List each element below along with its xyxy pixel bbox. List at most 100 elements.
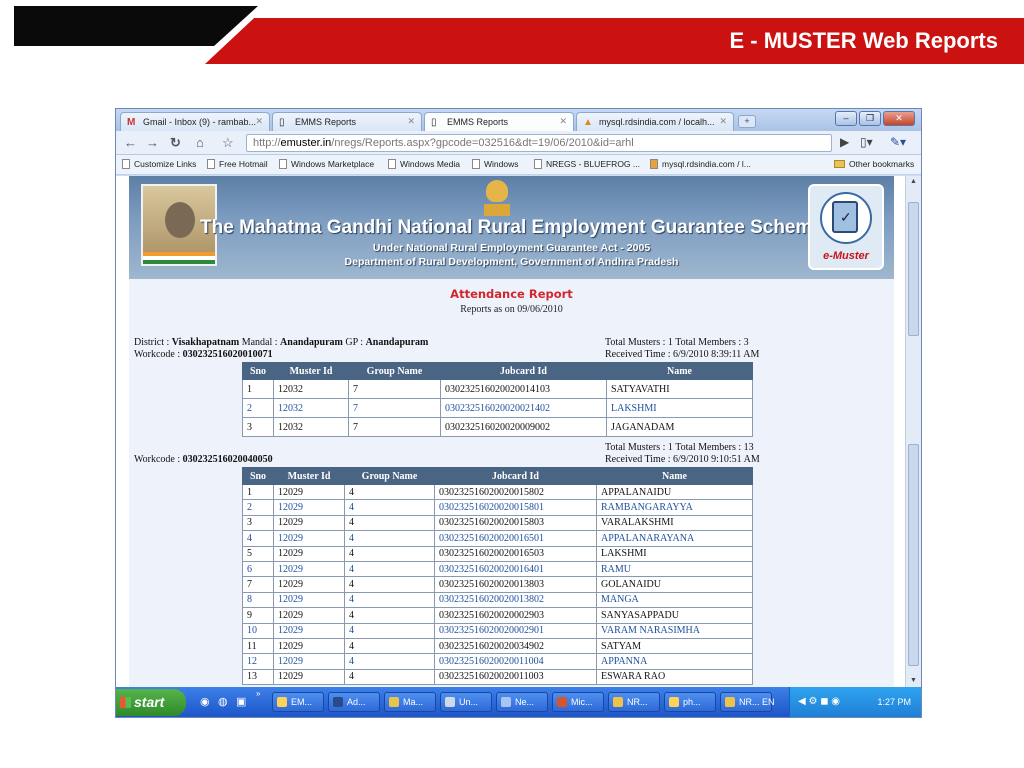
- ie-icon[interactable]: ◉: [200, 695, 210, 708]
- table-row: 3 12029 4 030232516020020015803 VARALAKSHMI: [242, 514, 753, 532]
- scroll-up-icon[interactable]: ▲: [908, 178, 919, 188]
- scroll-down-icon[interactable]: ▼: [908, 677, 919, 687]
- bookmark-customize-links[interactable]: Customize Links: [122, 159, 196, 169]
- workcode-1: Workcode : 030232516020010071: [134, 349, 273, 360]
- district-line: District : Visakhapatnam Mandal : Ananda…: [134, 337, 429, 348]
- quicklaunch-more-icon[interactable]: »: [256, 689, 260, 698]
- scroll-track-segment[interactable]: [908, 444, 919, 666]
- table-row: 8 12029 4 030232516020020013802 MANGA: [242, 591, 753, 609]
- task-photoshop[interactable]: Ad...: [328, 692, 380, 712]
- language-indicator[interactable]: EN: [762, 697, 775, 707]
- address-bar[interactable]: http://emuster.in/nregs/Reports.aspx?gpc…: [246, 134, 832, 152]
- table-row: 1 12032 7 030232516020020014103 SATYAVATHI: [242, 379, 753, 399]
- table-row: 12 12029 4 030232516020020011004 APPANNA: [242, 653, 753, 670]
- close-icon[interactable]: ✕: [719, 116, 727, 127]
- page-menu-icon[interactable]: ▯▾: [860, 135, 873, 149]
- tab-label: EMMS Reports: [295, 117, 357, 127]
- table-row: 3 12032 7 030232516020020009002 JAGANADAM: [242, 417, 753, 437]
- table-header: Sno Muster Id Group Name Jobcard Id Name: [242, 467, 753, 485]
- bookmark-free-hotmail[interactable]: Free Hotmail: [207, 159, 268, 169]
- task-chrome[interactable]: EM...: [272, 692, 324, 712]
- start-button[interactable]: start: [116, 689, 186, 716]
- bookmarks-bar: Customize Links Free Hotmail Windows Mar…: [116, 155, 921, 175]
- task-nr-1[interactable]: NR...: [608, 692, 660, 712]
- bookmark-other[interactable]: Other bookmarks: [834, 159, 914, 169]
- banner-title: The Mahatma Gandhi National Rural Employ…: [200, 217, 823, 238]
- tab-emms-reports-1[interactable]: ▯ EMMS Reports ✕: [272, 112, 422, 131]
- muster-table-2: Sno Muster Id Group Name Jobcard Id Name…: [242, 467, 753, 686]
- page-icon: ▯: [279, 117, 285, 128]
- browser-window: M Gmail - Inbox (9) - rambab... ✕ ▯ EMMS…: [115, 108, 922, 718]
- table-row: 4 12029 4 030232516020020016501 APPALANARAYA…: [242, 530, 753, 547]
- minimize-icon[interactable]: –: [835, 111, 857, 126]
- windows-taskbar: start ◉ ◍ ▣ » EM... Ad... Ma... Un... Ne…: [116, 687, 921, 717]
- bookmark-nregs-bluefrog[interactable]: NREGS - BLUEFROG ...: [534, 159, 640, 169]
- page-icon: [534, 159, 542, 169]
- tab-emms-reports-2[interactable]: ▯ EMMS Reports ✕: [424, 112, 574, 131]
- tab-strip: M Gmail - Inbox (9) - rambab... ✕ ▯ EMMS…: [116, 109, 921, 131]
- page-icon: [207, 159, 215, 169]
- page-viewport: The Mahatma Gandhi National Rural Employ…: [116, 176, 907, 689]
- slide-header-black-band: [14, 6, 258, 46]
- table-row: 6 12029 4 030232516020020016401 RAMU: [242, 560, 753, 578]
- url-host: emuster.in: [280, 137, 332, 149]
- report-page: The Mahatma Gandhi National Rural Employ…: [129, 176, 894, 689]
- table-row: 11 12029 4 030232516020020034902 SATYAM: [242, 637, 753, 655]
- back-icon[interactable]: ←: [124, 135, 137, 150]
- browser-toolbar: ← → ↻ ⌂ ☆ http://emuster.in/nregs/Report…: [116, 131, 921, 155]
- pma-icon: [650, 159, 658, 169]
- star-icon[interactable]: ☆: [222, 135, 234, 151]
- table-row: 1 12029 4 030232516020020015802 APPALANAIDU: [242, 483, 753, 501]
- tab-mysql[interactable]: ▲ mysql.rdsindia.com / localh... ✕: [576, 112, 734, 131]
- close-icon[interactable]: ✕: [255, 116, 263, 127]
- bookmark-windows[interactable]: Windows: [472, 159, 518, 169]
- report-title: Attendance Report: [450, 287, 573, 301]
- bookmark-windows-marketplace[interactable]: Windows Marketplace: [279, 159, 374, 169]
- task-ph[interactable]: ph...: [664, 692, 716, 712]
- tab-gmail[interactable]: M Gmail - Inbox (9) - rambab... ✕: [120, 112, 270, 131]
- task-mic[interactable]: Mic...: [552, 692, 604, 712]
- workcode-2-totals: Total Musters : 1 Total Members : 13: [605, 442, 754, 453]
- close-icon[interactable]: ✕: [559, 116, 567, 127]
- scroll-thumb[interactable]: [908, 202, 919, 336]
- close-icon[interactable]: ✕: [407, 116, 415, 127]
- clock: 1:27 PM: [877, 697, 911, 707]
- wrench-icon[interactable]: ✎▾: [890, 135, 906, 149]
- tab-label: mysql.rdsindia.com / localh...: [599, 117, 715, 127]
- muster-table-1: Sno Muster Id Group Name Jobcard Id Name…: [242, 362, 753, 437]
- folder-icon: [834, 160, 845, 168]
- workcode-1-received-time: Received Time : 6/9/2010 8:39:11 AM: [605, 349, 760, 360]
- task-ne[interactable]: Ne...: [496, 692, 548, 712]
- quicklaunch-icon[interactable]: ▣: [236, 695, 246, 708]
- new-tab-button[interactable]: +: [738, 115, 756, 128]
- table-header: Sno Muster Id Group Name Jobcard Id Name: [242, 362, 753, 380]
- report-date: Reports as on 09/06/2010: [460, 304, 563, 315]
- e-muster-logo: ✓ e-Muster: [808, 184, 884, 270]
- tab-label: EMMS Reports: [447, 117, 509, 127]
- chrome-icon[interactable]: ◍: [218, 695, 228, 708]
- workcode-2: Workcode : 030232516020040050: [134, 454, 273, 465]
- table-row: 2 12032 7 030232516020020021402 LAKSHMI: [242, 398, 753, 418]
- window-controls: – ❐ ✕: [835, 111, 915, 126]
- url-prefix: http://: [253, 137, 281, 149]
- play-icon[interactable]: ▶: [840, 135, 849, 149]
- reload-icon[interactable]: ↻: [170, 135, 181, 151]
- scheme-banner: The Mahatma Gandhi National Rural Employ…: [129, 176, 894, 279]
- task-un[interactable]: Un...: [440, 692, 492, 712]
- vertical-scrollbar[interactable]: ▲ ▼: [905, 176, 921, 689]
- bookmark-mysql[interactable]: mysql.rdsindia.com / l...: [650, 159, 751, 169]
- banner-subtitle-act: Under National Rural Employment Guarante…: [372, 242, 651, 254]
- page-icon: [279, 159, 287, 169]
- close-window-icon[interactable]: ✕: [883, 111, 915, 126]
- tray-icons[interactable]: ◀ ⚙ ◼ ◉: [798, 696, 840, 707]
- banner-subtitle-dept: Department of Rural Development, Governm…: [344, 256, 679, 268]
- bookmark-windows-media[interactable]: Windows Media: [388, 159, 460, 169]
- state-emblem-icon: [484, 180, 510, 218]
- table-row: 2 12029 4 030232516020020015801 RAMBANGARAYY…: [242, 499, 753, 516]
- task-ma[interactable]: Ma...: [384, 692, 436, 712]
- forward-icon[interactable]: →: [146, 135, 159, 150]
- restore-icon[interactable]: ❐: [859, 111, 881, 126]
- home-icon[interactable]: ⌂: [196, 135, 204, 150]
- table-row: 5 12029 4 030232516020020016503 LAKSHMI: [242, 545, 753, 562]
- url-path: /nregs/Reports.aspx?gpcode=032516&dt=19/…: [331, 137, 634, 149]
